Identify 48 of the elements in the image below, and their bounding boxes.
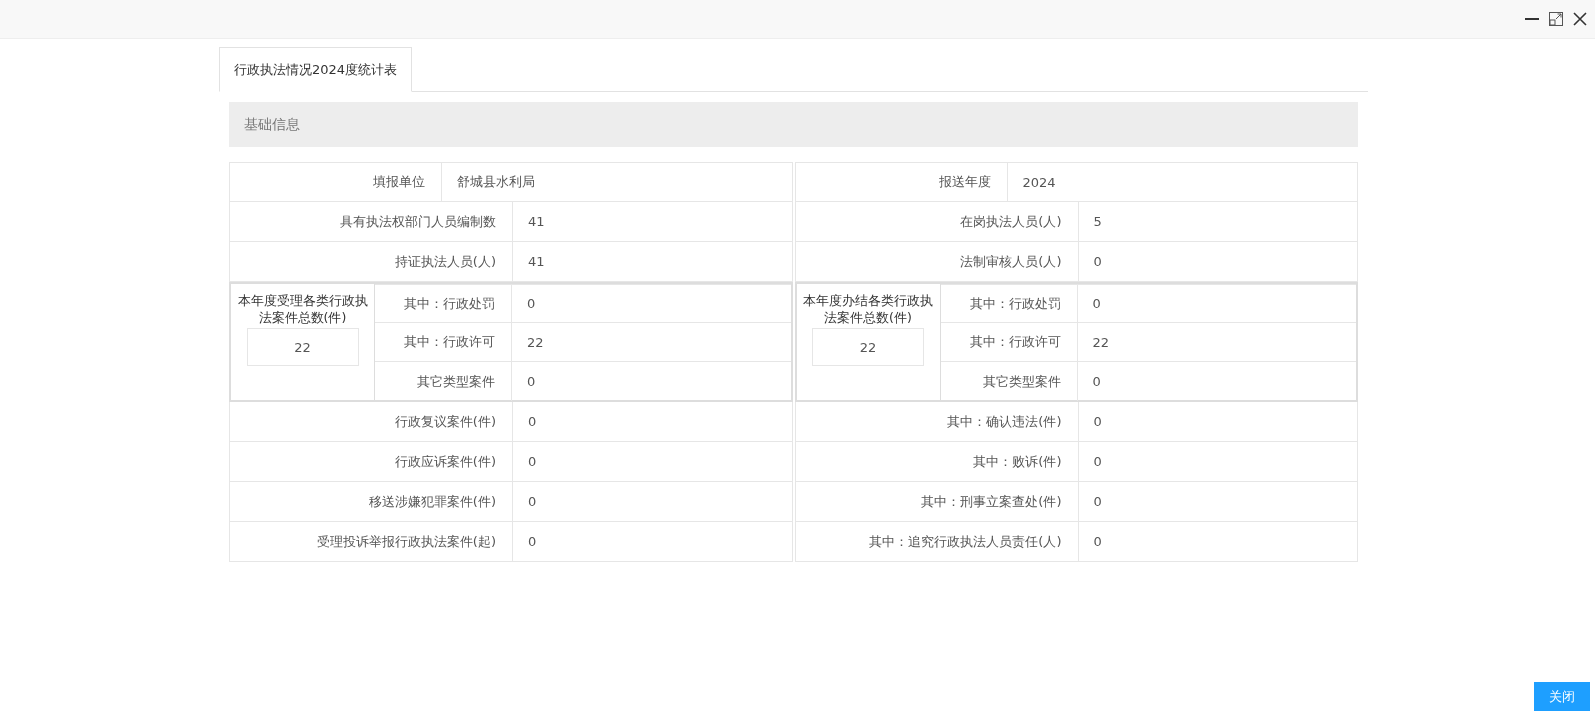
field-label: 其中：追究行政执法人员责任(人) [795,522,1079,561]
field-label: 其中：行政许可 [375,323,512,361]
group-title: 本年度办结各类行政执法案件总数(件) [803,292,933,326]
total-value-field: 22 [246,328,359,366]
field-value: 0 [527,493,538,511]
field-value: 0 [1092,493,1103,511]
field-label: 行政应诉案件(件) [230,442,513,481]
field-label: 其中：行政许可 [940,323,1078,361]
field-label: 在岗执法人员(人) [795,202,1079,241]
maximize-icon[interactable] [1549,12,1563,26]
field-value: 0 [1092,453,1103,471]
field-value: 5 [1092,213,1103,231]
field-value: 41 [527,253,546,271]
field-label: 填报单位 [230,163,442,201]
field-value: 0 [526,373,537,391]
field-value: 0 [527,453,538,471]
field-value: 2024 [1021,173,1057,192]
total-value-field: 22 [812,328,924,366]
field-label: 持证执法人员(人) [230,242,513,281]
field-label: 行政复议案件(件) [230,402,513,441]
field-value: 0 [526,295,537,313]
field-value: 0 [1091,295,1102,313]
field-label: 其它类型案件 [375,362,512,401]
field-value: 0 [527,533,538,551]
field-label: 报送年度 [795,163,1008,201]
field-value: 0 [527,413,538,431]
field-label: 其它类型案件 [940,362,1078,401]
field-label: 其中：行政处罚 [375,285,512,322]
field-value: 0 [1092,413,1103,431]
group-title: 本年度受理各类行政执法案件总数(件) [237,292,368,326]
field-value: 0 [1092,253,1103,271]
field-value: 0 [1092,533,1103,551]
field-label: 其中：行政处罚 [940,285,1078,322]
field-label: 法制审核人员(人) [795,242,1079,281]
field-value: 舒城县水利局 [456,173,536,191]
section-title: 基础信息 [244,115,300,134]
close-icon[interactable] [1573,12,1587,26]
field-value: 22 [1091,333,1111,352]
tab[interactable]: 行政执法情况2024度统计表 [219,47,413,92]
field-value: 0 [1091,373,1102,391]
field-label: 移送涉嫌犯罪案件(件) [230,482,513,521]
field-label: 其中：确认违法(件) [795,402,1079,441]
field-label: 具有执法权部门人员编制数 [230,202,513,241]
field-label: 其中：刑事立案查处(件) [795,482,1079,521]
field-label: 受理投诉举报行政执法案件(起) [230,522,513,561]
field-value: 22 [526,333,545,352]
field-value: 41 [527,213,546,231]
field-label: 其中：败诉(件) [795,442,1079,481]
